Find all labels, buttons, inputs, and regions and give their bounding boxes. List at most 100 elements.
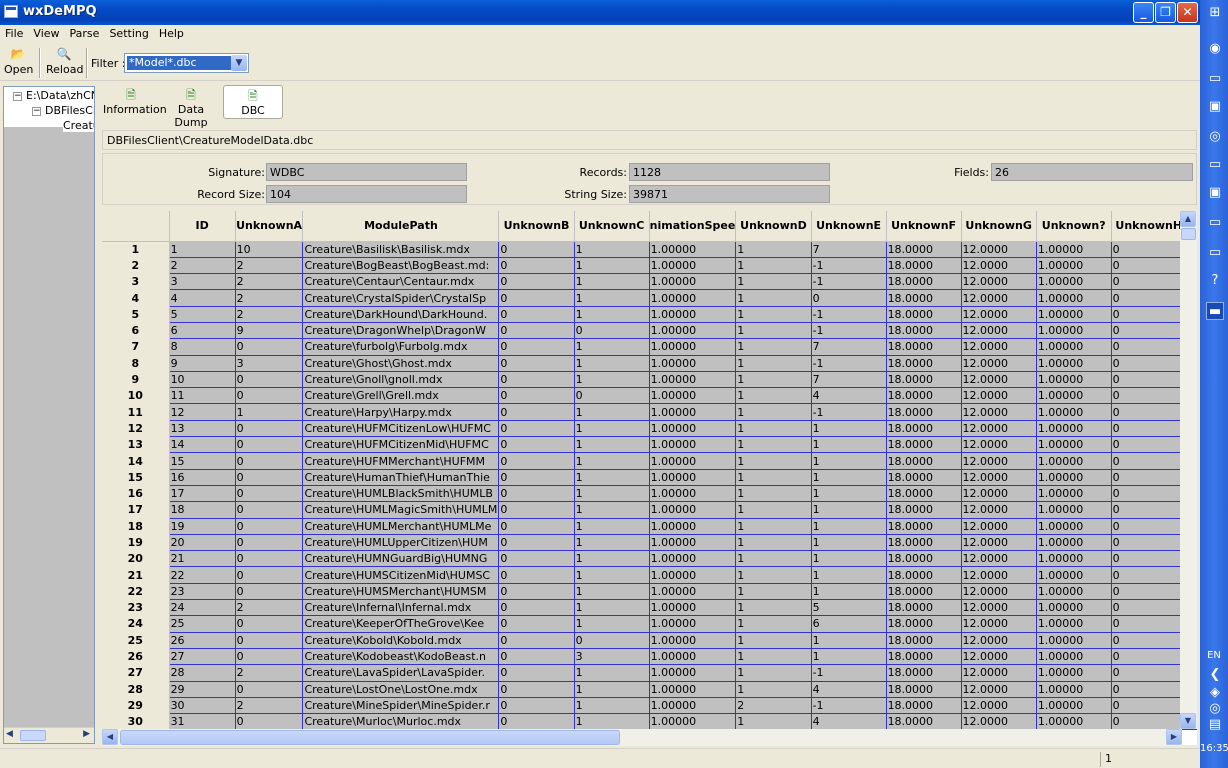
row-label[interactable]: 15 [102,469,170,486]
table-cell[interactable]: 1.00000 [1035,631,1112,649]
table-cell[interactable]: 0 [498,240,575,258]
scroll-right-icon[interactable]: ▶ [83,729,90,739]
table-cell[interactable]: 0 [1110,696,1187,715]
table-cell[interactable]: 12.0000 [960,305,1037,323]
table-cell[interactable]: 0 [234,533,304,552]
tree-collapse-icon[interactable]: − [32,107,41,116]
table-cell[interactable]: 30 [168,696,236,715]
table-cell[interactable]: 2 [735,696,812,715]
menu-help[interactable]: Help [154,25,189,40]
table-cell[interactable]: 2 [168,256,236,275]
table-cell[interactable]: 1 [735,321,812,340]
table-cell[interactable]: 1 [573,240,650,258]
table-cell[interactable]: 0 [234,452,304,470]
table-row[interactable]: 13 14 0 Creature\HUFMCitizenMid\HUFMC 0 1 1.00… [102,436,1197,454]
table-cell[interactable]: 29 [168,680,236,698]
table-cell[interactable]: 1 [573,452,650,470]
table-cell[interactable]: 12.0000 [960,256,1037,275]
table-cell[interactable]: 12.0000 [960,696,1037,715]
tree-horizontal-scrollbar[interactable]: ◀ ▶ [4,727,94,743]
table-cell[interactable]: 1 [735,403,812,421]
tab-information[interactable]: 🗎 Information [103,85,167,119]
table-cell[interactable]: 0 [498,566,575,584]
table-cell[interactable]: 1 [735,533,812,552]
tab-dbc[interactable]: 🗎 DBC [223,85,283,119]
table-cell[interactable]: 1 [573,370,650,389]
table-cell[interactable]: 1.00000 [648,305,737,323]
table-cell[interactable]: 18.0000 [885,452,962,470]
table-cell[interactable]: 1.00000 [648,647,737,666]
table-cell[interactable]: 0 [498,256,575,275]
vertical-scroll-thumb[interactable] [1181,228,1196,240]
column-header[interactable]: UnknownG [961,211,1037,242]
table-cell[interactable]: 0 [498,338,575,356]
table-cell[interactable]: 1.00000 [1035,419,1112,438]
table-cell[interactable]: Creature\HUMSCitizenMid\HUMSC [302,566,500,584]
table-cell[interactable]: 1.00000 [648,615,737,633]
table-cell[interactable]: 0 [498,370,575,389]
table-cell[interactable]: 0 [498,664,575,682]
table-cell[interactable]: 0 [234,647,304,666]
table-cell[interactable]: 1 [735,273,812,291]
table-cell[interactable]: 18.0000 [885,566,962,584]
table-cell[interactable]: 1.00000 [1035,484,1112,503]
table-cell[interactable]: 0 [498,647,575,666]
table-cell[interactable]: 2 [234,289,304,307]
task-window-icon[interactable]: ▬ [1206,302,1224,320]
table-cell[interactable]: 0 [1110,713,1187,731]
grid-corner[interactable] [102,211,170,242]
table-cell[interactable]: 1 [810,501,887,519]
table-cell[interactable]: 0 [498,599,575,617]
table-cell[interactable]: 1.00000 [1035,599,1112,617]
table-cell[interactable]: 1.00000 [648,240,737,258]
table-cell[interactable]: 1.00000 [648,321,737,340]
table-cell[interactable]: -1 [810,403,887,421]
table-cell[interactable]: 12.0000 [960,582,1037,601]
table-cell[interactable]: Creature\Murloc\Murloc.mdx [302,713,500,731]
table-cell[interactable]: Creature\CrystalSpider\CrystalSp [302,289,500,307]
table-cell[interactable]: 1 [168,240,236,258]
table-cell[interactable]: 0 [498,321,575,340]
table-cell[interactable]: 0 [234,370,304,389]
table-cell[interactable]: 1.00000 [1035,713,1112,731]
chevron-down-icon[interactable]: ▼ [231,55,247,71]
table-cell[interactable]: Creature\Centaur\Centaur.mdx [302,273,500,291]
table-row[interactable]: 3 3 2 Creature\Centaur\Centaur.mdx 0 1 1.00000… [102,273,1197,291]
row-label[interactable]: 1 [102,241,170,258]
table-cell[interactable]: 0 [810,289,887,307]
table-cell[interactable]: 1 [735,338,812,356]
table-cell[interactable]: 1 [573,468,650,486]
table-cell[interactable]: 14 [168,436,236,454]
table-row[interactable]: 4 4 2 Creature\CrystalSpider\CrystalSp 0 1 1.0… [102,289,1197,307]
table-cell[interactable]: 18.0000 [885,631,962,649]
table-cell[interactable]: 1.00000 [648,517,737,535]
help-icon[interactable]: ? [1206,272,1224,290]
table-cell[interactable]: 1.00000 [1035,550,1112,568]
row-label[interactable]: 18 [102,518,170,535]
row-label[interactable]: 4 [102,289,170,307]
table-cell[interactable]: 1 [735,582,812,601]
table-cell[interactable]: Creature\HUFMCitizenMid\HUFMC [302,436,500,454]
menu-file[interactable]: File [0,25,28,40]
table-cell[interactable]: 1.00000 [648,599,737,617]
table-cell[interactable]: 1 [735,664,812,682]
table-cell[interactable]: Creature\HumanThief\HumanThie [302,468,500,486]
table-cell[interactable]: 12.0000 [960,647,1037,666]
table-cell[interactable]: 18.0000 [885,370,962,389]
table-cell[interactable]: 1 [573,713,650,731]
table-row[interactable]: 30 31 0 Creature\Murloc\Murloc.mdx 0 1 1.00000… [102,713,1197,731]
table-cell[interactable]: 1.00000 [648,550,737,568]
table-row[interactable]: 11 12 1 Creature\Harpy\Harpy.mdx 0 1 1.00000 1-… [102,403,1197,421]
table-cell[interactable]: 1 [573,403,650,421]
table-cell[interactable]: 7 [810,370,887,389]
row-label[interactable]: 11 [102,403,170,421]
table-cell[interactable]: 1.00000 [1035,387,1112,405]
table-cell[interactable]: 1 [810,452,887,470]
table-cell[interactable]: 4 [810,680,887,698]
table-cell[interactable]: 12.0000 [960,370,1037,389]
table-cell[interactable]: 1 [810,631,887,649]
table-cell[interactable]: 18.0000 [885,403,962,421]
table-cell[interactable]: Creature\MineSpider\MineSpider.r [302,696,500,715]
scroll-down-icon[interactable]: ▼ [1180,713,1196,729]
row-label[interactable]: 12 [102,420,170,437]
